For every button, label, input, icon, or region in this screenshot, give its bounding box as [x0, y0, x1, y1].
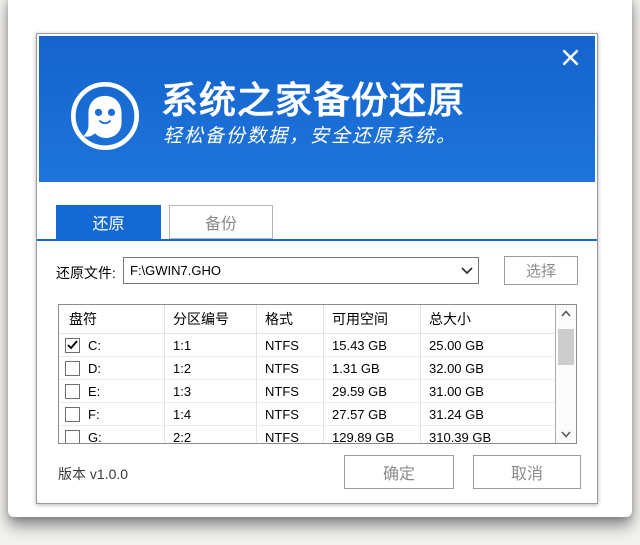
partition-id: 1:1	[165, 334, 257, 356]
total-size-value: 31.00 GB	[421, 380, 539, 402]
chevron-down-icon	[456, 267, 478, 275]
free-space-value: 29.59 GB	[324, 380, 421, 402]
partition-table: 盘符 分区编号 格式 可用空间 总大小 C:1:1NTFS15.43 GB25.…	[58, 304, 577, 444]
free-space-value: 15.43 GB	[324, 334, 421, 356]
ghost-logo-icon	[69, 80, 141, 152]
table-row[interactable]: C: 1:1NTFS15.43 GB25.00 GB	[59, 334, 576, 357]
column-header-format[interactable]: 格式	[257, 305, 324, 333]
drive-letter: G:	[88, 430, 102, 445]
column-header-partition[interactable]: 分区编号	[165, 305, 257, 333]
total-size-value: 310.39 GB	[421, 426, 539, 444]
drive-cell: C:	[59, 334, 165, 356]
drive-cell: F:	[59, 403, 165, 425]
app-title: 系统之家备份还原	[161, 70, 465, 124]
drive-cell: E:	[59, 380, 165, 402]
scrollbar-thumb[interactable]	[558, 329, 574, 365]
table-row[interactable]: G: 2:2NTFS129.89 GB310.39 GB	[59, 426, 576, 444]
version-label: 版本 v1.0.0	[58, 464, 128, 484]
table-row[interactable]: E: 1:3NTFS29.59 GB31.00 GB	[59, 380, 576, 403]
column-header-free[interactable]: 可用空间	[324, 305, 421, 333]
table-header-row: 盘符 分区编号 格式 可用空间 总大小	[59, 305, 576, 334]
screenshot-stage: 系统之家备份还原 轻松备份数据，安全还原系统。 还原 备份 还原文件: F:\G…	[0, 0, 640, 545]
table-row[interactable]: F: 1:4NTFS27.57 GB31.24 GB	[59, 403, 576, 426]
drive-letter: C:	[88, 338, 101, 353]
column-header-drive[interactable]: 盘符	[59, 305, 165, 333]
partition-id: 1:2	[165, 357, 257, 379]
free-space-value: 129.89 GB	[324, 426, 421, 444]
free-space-value: 27.57 GB	[324, 403, 421, 425]
free-space-value: 1.31 GB	[324, 357, 421, 379]
restore-file-label: 还原文件:	[56, 263, 116, 283]
scroll-up-icon[interactable]	[556, 305, 576, 322]
ok-button[interactable]: 确定	[344, 455, 454, 489]
format-value: NTFS	[257, 380, 324, 402]
drive-letter: E:	[88, 384, 100, 399]
column-header-total[interactable]: 总大小	[421, 305, 539, 333]
restore-file-combobox[interactable]: F:\GWIN7.GHO	[123, 257, 479, 284]
drive-letter: F:	[88, 407, 100, 422]
drive-checkbox[interactable]	[65, 338, 80, 353]
tab-restore[interactable]: 还原	[56, 205, 161, 239]
format-value: NTFS	[257, 403, 324, 425]
drive-cell: G:	[59, 426, 165, 444]
window-header: 系统之家备份还原 轻松备份数据，安全还原系统。	[39, 36, 595, 182]
partition-id: 2:2	[165, 426, 257, 444]
close-icon[interactable]	[558, 45, 582, 69]
restore-file-value: F:\GWIN7.GHO	[124, 263, 456, 278]
backup-restore-window: 系统之家备份还原 轻松备份数据，安全还原系统。 还原 备份 还原文件: F:\G…	[36, 33, 598, 504]
drive-letter: D:	[88, 361, 101, 376]
format-value: NTFS	[257, 426, 324, 444]
drive-checkbox[interactable]	[65, 384, 80, 399]
drive-checkbox[interactable]	[65, 361, 80, 376]
drive-checkbox[interactable]	[65, 407, 80, 422]
cancel-button[interactable]: 取消	[473, 455, 581, 489]
vertical-scrollbar[interactable]	[555, 305, 576, 443]
table-row[interactable]: D: 1:2NTFS1.31 GB32.00 GB	[59, 357, 576, 380]
select-file-button[interactable]: 选择	[504, 256, 578, 285]
table-body: C:1:1NTFS15.43 GB25.00 GBD:1:2NTFS1.31 G…	[59, 334, 576, 444]
app-slogan: 轻松备份数据，安全还原系统。	[163, 121, 457, 148]
total-size-value: 31.24 GB	[421, 403, 539, 425]
format-value: NTFS	[257, 357, 324, 379]
format-value: NTFS	[257, 334, 324, 356]
total-size-value: 25.00 GB	[421, 334, 539, 356]
total-size-value: 32.00 GB	[421, 357, 539, 379]
drive-cell: D:	[59, 357, 165, 379]
partition-id: 1:4	[165, 403, 257, 425]
tab-backup[interactable]: 备份	[169, 205, 273, 239]
drive-checkbox[interactable]	[65, 430, 80, 445]
scroll-down-icon[interactable]	[556, 426, 576, 443]
partition-id: 1:3	[165, 380, 257, 402]
tab-underline	[37, 239, 597, 241]
